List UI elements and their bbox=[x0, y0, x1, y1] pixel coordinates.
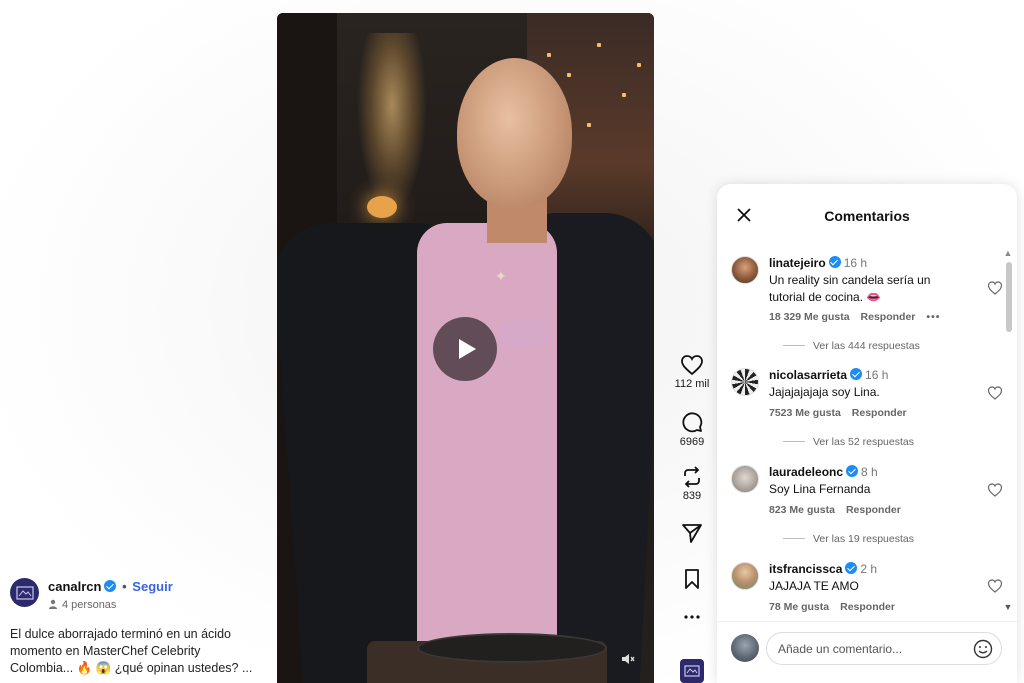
comment-count: 6969 bbox=[679, 436, 705, 448]
panel-title: Comentarios bbox=[824, 208, 910, 224]
comment-username[interactable]: itsfrancissca bbox=[769, 562, 842, 576]
comment-like-heart-icon[interactable] bbox=[987, 578, 1003, 594]
comment-time: 16 h bbox=[865, 368, 889, 382]
comment-likes[interactable]: 7523 Me gusta bbox=[769, 407, 841, 419]
emoji-icon[interactable] bbox=[973, 639, 993, 659]
comment-time: 16 h bbox=[843, 256, 868, 270]
save-button[interactable] bbox=[664, 568, 720, 590]
reply-button[interactable]: Responder bbox=[852, 407, 907, 419]
play-icon bbox=[459, 339, 476, 359]
bookmark-icon bbox=[685, 569, 699, 589]
comment-text: JAJAJA TE AMO bbox=[769, 579, 859, 593]
heart-icon bbox=[681, 355, 703, 376]
comment-text: Un reality sin candela sería un tutorial… bbox=[769, 273, 931, 304]
avatar[interactable] bbox=[731, 465, 759, 493]
comment-time: 2 h bbox=[860, 562, 878, 576]
comment-meta: 78 Me gusta Responder bbox=[769, 601, 906, 613]
scrollbar-thumb[interactable] bbox=[1006, 262, 1012, 332]
like-count: 112 mil bbox=[674, 378, 710, 390]
comment-composer bbox=[717, 621, 1017, 683]
audience: 4 personas bbox=[48, 599, 116, 611]
verified-icon bbox=[845, 562, 858, 574]
comment-username[interactable]: lauradeleonc bbox=[769, 465, 843, 479]
comment-like-heart-icon[interactable] bbox=[987, 280, 1003, 296]
comment-text: Soy Lina Fernanda bbox=[769, 482, 871, 496]
avatar[interactable] bbox=[731, 368, 759, 396]
comment-likes[interactable]: 823 Me gusta bbox=[769, 504, 835, 516]
author-username[interactable]: canalrcn bbox=[48, 579, 101, 594]
share-button[interactable] bbox=[664, 522, 720, 544]
avatar[interactable] bbox=[731, 256, 759, 284]
channel-logo-icon bbox=[684, 665, 700, 677]
more-options-button[interactable] bbox=[664, 614, 720, 620]
play-button[interactable] bbox=[433, 317, 497, 381]
comment-meta: 7523 Me gusta Responder bbox=[769, 407, 918, 419]
view-replies-link[interactable]: Ver las 444 respuestas bbox=[783, 340, 920, 352]
send-icon bbox=[682, 524, 702, 543]
comment-likes[interactable]: 18 329 Me gusta bbox=[769, 311, 850, 323]
reply-button[interactable]: Responder bbox=[840, 601, 895, 613]
audio-avatar[interactable] bbox=[680, 659, 704, 683]
comment-username[interactable]: linatejeiro bbox=[769, 256, 826, 270]
repost-count: 839 bbox=[682, 490, 702, 502]
comment-button[interactable]: 6969 bbox=[664, 410, 720, 448]
comment-input[interactable] bbox=[766, 632, 1002, 665]
post-caption[interactable]: El dulce aborrajado terminó en un ácido … bbox=[10, 626, 260, 677]
view-replies-link[interactable]: Ver las 19 respuestas bbox=[783, 533, 914, 545]
comments-panel: Comentarios ▲ ▼ linatejeiro 16 h Un reali… bbox=[717, 184, 1017, 683]
mute-button[interactable] bbox=[617, 648, 639, 670]
comment-like-heart-icon[interactable] bbox=[987, 385, 1003, 401]
comment-meta: 18 329 Me gusta Responder ••• bbox=[769, 311, 951, 323]
comment-text: Jajajajajaja soy Lina. bbox=[769, 385, 880, 399]
verified-icon bbox=[828, 256, 841, 268]
avatar bbox=[731, 634, 759, 662]
comment-likes[interactable]: 78 Me gusta bbox=[769, 601, 829, 613]
more-icon bbox=[684, 615, 700, 619]
follow-button[interactable]: Seguir bbox=[132, 579, 172, 594]
comment-username[interactable]: nicolasarrieta bbox=[769, 368, 847, 382]
comment-more-button[interactable]: ••• bbox=[926, 311, 940, 323]
scroll-up-arrow[interactable]: ▲ bbox=[1003, 248, 1013, 258]
avatar[interactable] bbox=[731, 562, 759, 590]
comment-icon bbox=[682, 412, 703, 433]
audience-text: 4 personas bbox=[62, 599, 117, 611]
reply-button[interactable]: Responder bbox=[861, 311, 916, 323]
verified-icon bbox=[104, 580, 117, 592]
muted-speaker-icon bbox=[622, 654, 635, 664]
repost-button[interactable]: 839 bbox=[664, 466, 720, 502]
comment-time: 8 h bbox=[861, 465, 878, 479]
separator: • bbox=[122, 579, 127, 594]
verified-icon bbox=[850, 368, 863, 380]
comment-like-heart-icon[interactable] bbox=[987, 482, 1003, 498]
verified-icon bbox=[846, 465, 859, 477]
scroll-down-arrow[interactable]: ▼ bbox=[1003, 602, 1013, 612]
author-row: canalrcn • Seguir bbox=[48, 579, 173, 594]
repost-icon bbox=[684, 466, 700, 488]
like-button[interactable]: 112 mil bbox=[664, 354, 720, 390]
comment-meta: 823 Me gusta Responder bbox=[769, 504, 912, 516]
view-replies-link[interactable]: Ver las 52 respuestas bbox=[783, 436, 914, 448]
reply-button[interactable]: Responder bbox=[846, 504, 901, 516]
avatar[interactable] bbox=[10, 578, 39, 607]
person-icon bbox=[49, 599, 57, 609]
channel-logo-icon bbox=[15, 585, 34, 600]
